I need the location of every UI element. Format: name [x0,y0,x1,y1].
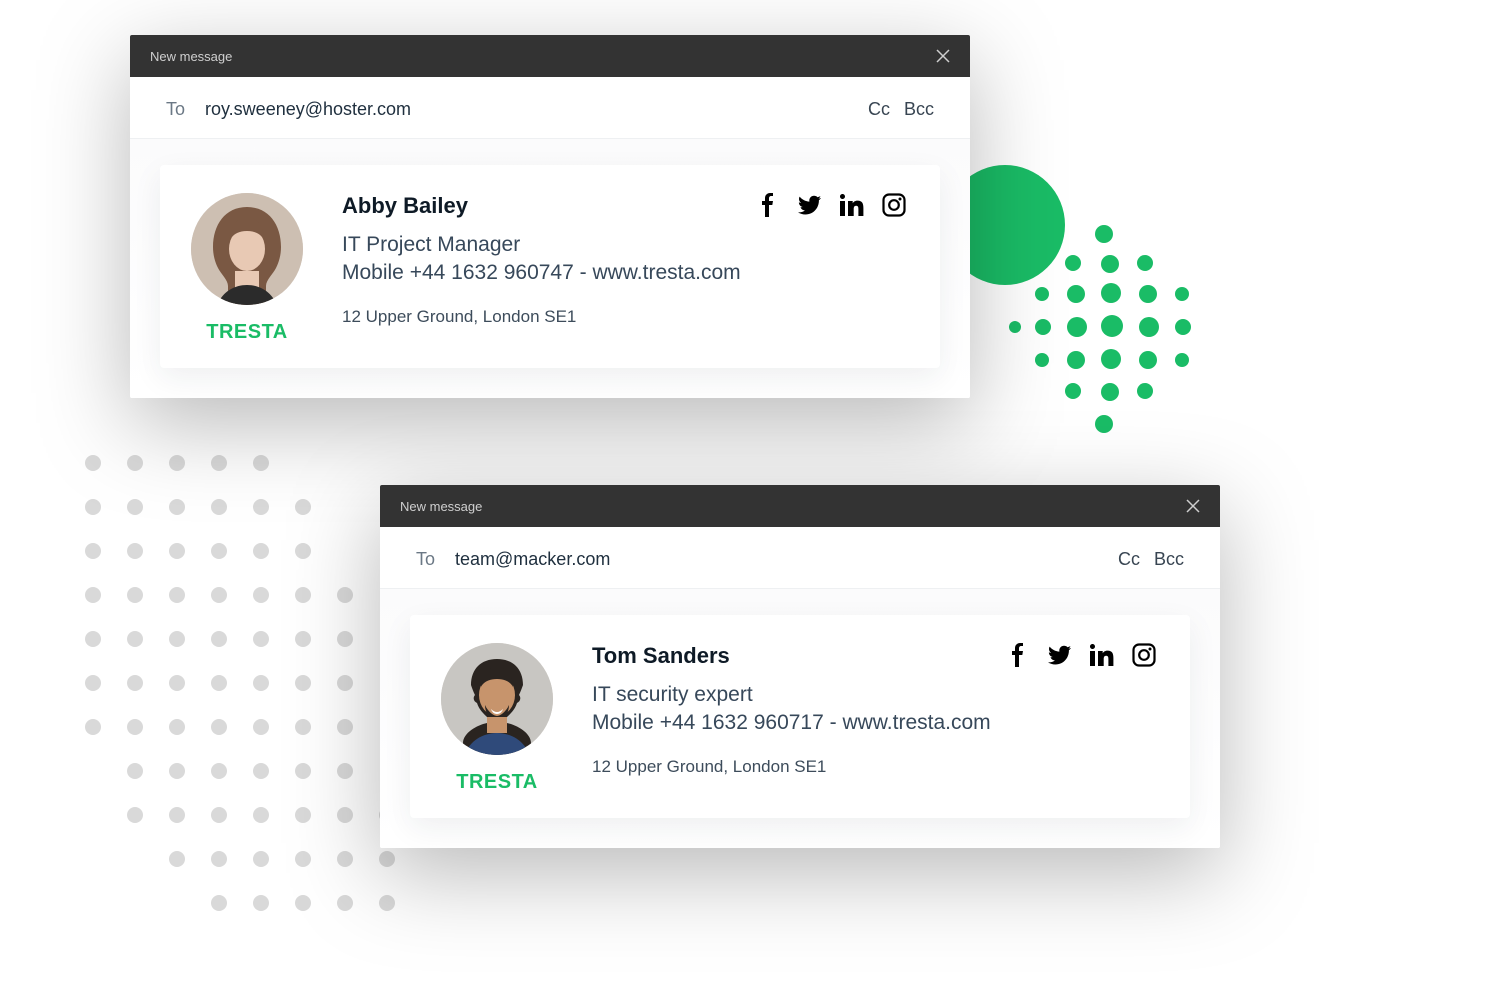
sig-role: IT Project Manager [342,233,906,257]
cc-button[interactable]: Cc [868,99,890,120]
compose-window-1: New message To roy.sweeney@hoster.com Cc… [130,35,970,398]
titlebar-label: New message [400,499,482,514]
avatar [191,193,303,305]
twitter-icon[interactable] [798,193,822,217]
sig-address: 12 Upper Ground, London SE1 [342,307,906,327]
instagram-icon[interactable] [882,193,906,217]
to-address[interactable]: team@macker.com [455,549,1104,570]
to-label: To [166,99,185,120]
twitter-icon[interactable] [1048,643,1072,667]
instagram-icon[interactable] [1132,643,1156,667]
linkedin-icon[interactable] [840,193,864,217]
to-address[interactable]: roy.sweeney@hoster.com [205,99,854,120]
titlebar[interactable]: New message [380,485,1220,527]
bcc-button[interactable]: Bcc [1154,549,1184,570]
signature-card: TRESTA Tom Sanders IT security expert Mo… [410,615,1190,818]
social-icons [1006,643,1156,667]
signature-card: TRESTA Abby Bailey IT Project Manager Mo… [160,165,940,368]
sig-contact: Mobile +44 1632 960717 - www.tresta.com [592,711,1156,735]
sig-address: 12 Upper Ground, London SE1 [592,757,1156,777]
company-logo: TRESTA [456,771,538,794]
linkedin-icon[interactable] [1090,643,1114,667]
bcc-button[interactable]: Bcc [904,99,934,120]
cc-button[interactable]: Cc [1118,549,1140,570]
sig-name: Tom Sanders [592,643,730,669]
facebook-icon[interactable] [1006,643,1030,667]
titlebar-label: New message [150,49,232,64]
compose-window-2: New message To team@macker.com Cc Bcc [380,485,1220,848]
facebook-icon[interactable] [756,193,780,217]
to-row[interactable]: To team@macker.com Cc Bcc [380,527,1220,589]
sig-role: IT security expert [592,683,1156,707]
to-row[interactable]: To roy.sweeney@hoster.com Cc Bcc [130,77,970,139]
sig-contact: Mobile +44 1632 960747 - www.tresta.com [342,261,906,285]
close-icon[interactable] [936,49,950,63]
compose-body[interactable]: TRESTA Abby Bailey IT Project Manager Mo… [130,139,970,398]
avatar [441,643,553,755]
sig-name: Abby Bailey [342,193,468,219]
social-icons [756,193,906,217]
to-label: To [416,549,435,570]
titlebar[interactable]: New message [130,35,970,77]
compose-body[interactable]: TRESTA Tom Sanders IT security expert Mo… [380,589,1220,848]
close-icon[interactable] [1186,499,1200,513]
company-logo: TRESTA [206,321,288,344]
